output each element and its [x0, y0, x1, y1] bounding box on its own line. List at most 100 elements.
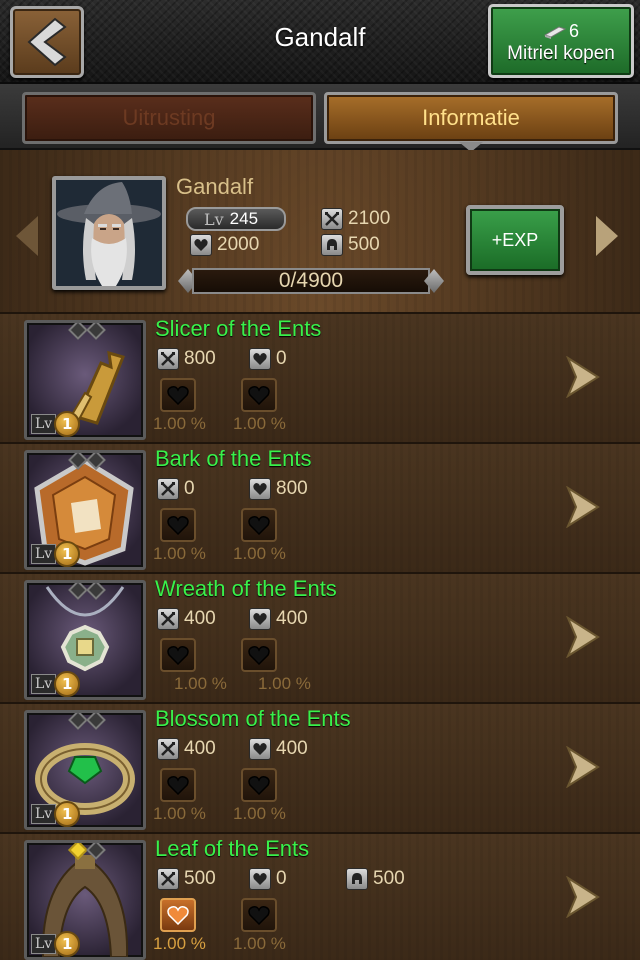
item-name: Leaf of the Ents	[155, 836, 310, 861]
heart-icon	[167, 906, 189, 925]
item-level-value: 1	[54, 931, 81, 957]
item-attack-stat-value: 400	[184, 738, 216, 759]
item-defense-stat: 500	[346, 868, 405, 890]
socket-diamond-icon	[68, 323, 88, 340]
rune-slot-percent: 1.00 %	[153, 414, 206, 433]
crossed-swords-icon	[157, 608, 179, 630]
socket-diamond-icon	[86, 583, 106, 600]
equipment-item-row[interactable]: Lv 1 Wreath of the Ents 400 400 1.00 % 1.00 %	[0, 572, 640, 702]
socket-indicators	[68, 583, 106, 600]
item-thumbnail: Lv 1	[24, 710, 146, 830]
rune-slot-percent: 1.00 %	[258, 674, 311, 693]
socket-diamond-icon	[86, 323, 106, 340]
page-title: Gandalf	[274, 22, 366, 52]
chevron-right-icon[interactable]	[564, 355, 600, 399]
socket-diamond-icon	[86, 843, 106, 860]
rune-slot[interactable]	[160, 638, 196, 672]
rune-slot[interactable]	[241, 508, 277, 542]
previous-hero-arrow[interactable]	[16, 216, 38, 256]
item-level-value: 1	[54, 411, 81, 437]
crossed-swords-icon	[157, 478, 179, 500]
rune-slot-percent: 1.00 %	[233, 934, 286, 953]
equipment-item-row[interactable]: Lv 1 Bark of the Ents 0 800 1.00 % 1.00 %	[0, 442, 640, 572]
chevron-left-icon	[27, 17, 67, 67]
level-label: Lv	[31, 674, 57, 694]
item-attack-stat-value: 800	[184, 348, 216, 369]
item-name: Slicer of the Ents	[155, 316, 322, 341]
item-health-stat: 0	[249, 348, 287, 370]
helmet-icon	[346, 868, 368, 890]
equipment-item-row[interactable]: Lv 1 Leaf of the Ents 500 0 500 1.00 % 1.00 %	[0, 832, 640, 960]
item-health-stat-value: 0	[276, 868, 287, 889]
item-health-stat-value: 0	[276, 348, 287, 369]
socket-indicators	[68, 453, 106, 470]
socket-indicators	[68, 713, 106, 730]
item-name: Blossom of the Ents	[155, 706, 351, 731]
heart-icon	[167, 776, 189, 795]
rune-slot[interactable]	[160, 898, 196, 932]
level-label: Lv	[204, 209, 224, 229]
rune-slot-percent: 1.00 %	[233, 544, 286, 563]
item-health-stat-value: 400	[276, 738, 308, 759]
wizard-portrait-icon	[56, 180, 162, 286]
rune-slot-percent: 1.00 %	[233, 414, 286, 433]
item-health-stat: 400	[249, 608, 308, 630]
item-attack-stat: 500	[157, 868, 216, 890]
mithril-ingot-icon	[543, 25, 567, 39]
crossed-swords-icon	[157, 348, 179, 370]
equipment-item-row[interactable]: Lv 1 Slicer of the Ents 800 0 1.00 % 1.00 %	[0, 312, 640, 442]
chevron-right-icon[interactable]	[564, 745, 600, 789]
tab-equipment[interactable]: Uitrusting	[22, 92, 316, 144]
hero-health-value: 2000	[217, 234, 260, 255]
item-name: Wreath of the Ents	[155, 576, 337, 601]
rune-slot-percent: 1.00 %	[174, 674, 227, 693]
item-level-badge: Lv 1	[31, 931, 81, 957]
item-thumbnail: Lv 1	[24, 320, 146, 440]
item-level-value: 1	[54, 541, 81, 567]
heart-icon	[249, 868, 271, 890]
item-level-badge: Lv 1	[31, 411, 81, 437]
next-hero-arrow[interactable]	[596, 216, 618, 256]
heart-icon	[249, 738, 271, 760]
item-thumbnail: Lv 1	[24, 840, 146, 960]
heart-icon	[248, 906, 270, 925]
heart-icon	[190, 234, 212, 256]
socket-indicators	[68, 323, 106, 340]
back-button[interactable]	[10, 6, 84, 78]
rune-slot[interactable]	[160, 508, 196, 542]
rune-slot-percent: 1.00 %	[153, 544, 206, 563]
equipment-item-row[interactable]: Lv 1 Blossom of the Ents 400 400 1.00 % 1.00 %	[0, 702, 640, 832]
item-health-stat: 0	[249, 868, 287, 890]
rune-slot[interactable]	[241, 638, 277, 672]
add-exp-button[interactable]: +EXP	[466, 205, 564, 275]
rune-slot[interactable]	[160, 768, 196, 802]
chevron-right-icon[interactable]	[564, 875, 600, 919]
exp-text: 0/4900	[192, 268, 430, 294]
level-label: Lv	[31, 414, 57, 434]
rune-slot-percent: 1.00 %	[153, 934, 206, 953]
level-label: Lv	[31, 804, 57, 824]
item-attack-stat-value: 0	[184, 478, 195, 499]
rune-slot[interactable]	[241, 768, 277, 802]
tab-information[interactable]: Informatie	[324, 92, 618, 144]
rune-slot[interactable]	[160, 378, 196, 412]
socket-diamond-icon	[68, 713, 88, 730]
level-label: Lv	[31, 934, 57, 954]
item-attack-stat-value: 500	[184, 868, 216, 889]
chevron-right-icon[interactable]	[564, 615, 600, 659]
buy-mithril-button[interactable]: 6 Mitriel kopen	[488, 4, 634, 78]
item-thumbnail: Lv 1	[24, 580, 146, 700]
exp-progress-bar: 0/4900	[178, 265, 444, 297]
heart-icon	[167, 386, 189, 405]
item-attack-stat: 0	[157, 478, 195, 500]
hero-defense-stat: 500	[321, 234, 380, 256]
item-level-value: 1	[54, 801, 81, 827]
socket-diamond-icon	[86, 713, 106, 730]
rune-slot[interactable]	[241, 898, 277, 932]
rune-slot[interactable]	[241, 378, 277, 412]
heart-icon	[248, 776, 270, 795]
heart-icon	[249, 348, 271, 370]
chevron-right-icon[interactable]	[564, 485, 600, 529]
crossed-swords-icon	[157, 868, 179, 890]
hero-level-badge: Lv 245	[186, 207, 286, 231]
